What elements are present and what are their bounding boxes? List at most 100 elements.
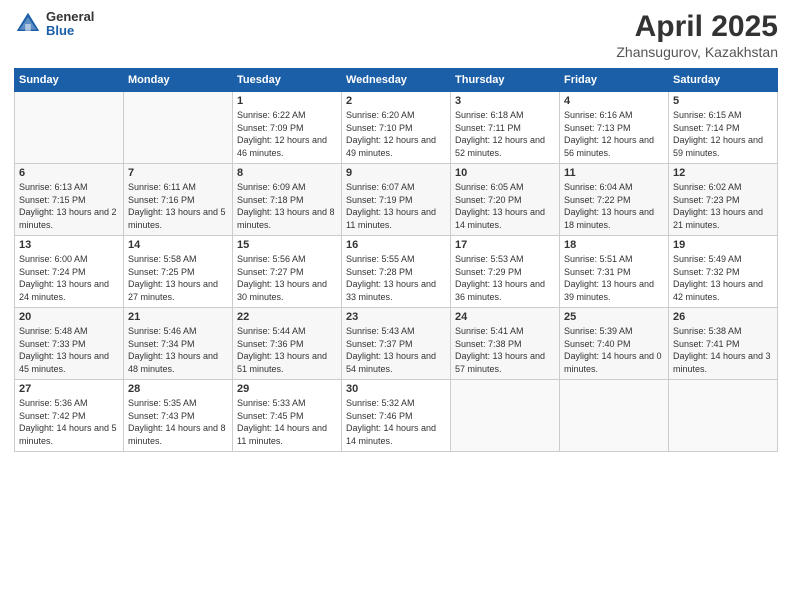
day-info: Sunrise: 6:18 AMSunset: 7:11 PMDaylight:… <box>455 109 555 159</box>
calendar-cell: 6 Sunrise: 6:13 AMSunset: 7:15 PMDaylight… <box>15 164 124 236</box>
logo-text: General Blue <box>46 10 94 39</box>
calendar-cell: 23Sunrise: 5:43 AMSunset: 7:37 PMDayligh… <box>342 308 451 380</box>
day-number: 27 <box>19 383 119 395</box>
calendar-cell: 30 Sunrise: 5:32 AMSunset: 7:46 PMDayligh… <box>342 380 451 452</box>
day-number: 26 <box>673 311 773 323</box>
day-number: 2 <box>346 95 446 107</box>
day-info: Sunrise: 6:20 AMSunset: 7:10 PMDaylight:… <box>346 109 446 159</box>
calendar-cell <box>124 92 233 164</box>
day-number: 24 <box>455 311 555 323</box>
calendar-col-saturday: Saturday <box>669 69 778 92</box>
calendar-cell: 15 Sunrise: 5:56 AMSunset: 7:27 PMDayligh… <box>233 236 342 308</box>
day-number: 20 <box>19 311 119 323</box>
page: General Blue April 2025 Zhansugurov, Kaz… <box>0 0 792 612</box>
logo-area: General Blue <box>14 10 94 39</box>
calendar-cell <box>15 92 124 164</box>
calendar-cell: 22 Sunrise: 5:44 AMSunset: 7:36 PMDayligh… <box>233 308 342 380</box>
day-info: Sunrise: 5:38 AMSunset: 7:41 PMDaylight:… <box>673 325 773 375</box>
day-number: 4 <box>564 95 664 107</box>
calendar-cell: 9Sunrise: 6:07 AMSunset: 7:19 PMDaylight… <box>342 164 451 236</box>
day-number: 28 <box>128 383 228 395</box>
logo-blue-label: Blue <box>46 24 94 38</box>
calendar-col-wednesday: Wednesday <box>342 69 451 92</box>
logo-icon <box>14 10 42 38</box>
calendar-col-thursday: Thursday <box>451 69 560 92</box>
calendar-cell: 18Sunrise: 5:51 AMSunset: 7:31 PMDayligh… <box>560 236 669 308</box>
day-number: 17 <box>455 239 555 251</box>
day-number: 1 <box>237 95 337 107</box>
day-info: Sunrise: 6:13 AMSunset: 7:15 PMDaylight:… <box>19 181 119 231</box>
logo-general-label: General <box>46 10 94 24</box>
day-info: Sunrise: 6:09 AMSunset: 7:18 PMDaylight:… <box>237 181 337 231</box>
day-info: Sunrise: 5:32 AMSunset: 7:46 PMDaylight:… <box>346 397 446 447</box>
day-number: 7 <box>128 167 228 179</box>
calendar-cell: 29 Sunrise: 5:33 AMSunset: 7:45 PMDayligh… <box>233 380 342 452</box>
day-number: 13 <box>19 239 119 251</box>
calendar-col-tuesday: Tuesday <box>233 69 342 92</box>
header: General Blue April 2025 Zhansugurov, Kaz… <box>14 10 778 60</box>
calendar-cell: 27Sunrise: 5:36 AMSunset: 7:42 PMDayligh… <box>15 380 124 452</box>
calendar-cell: 16Sunrise: 5:55 AMSunset: 7:28 PMDayligh… <box>342 236 451 308</box>
day-number: 5 <box>673 95 773 107</box>
day-info: Sunrise: 5:43 AMSunset: 7:37 PMDaylight:… <box>346 325 446 375</box>
calendar-cell: 28 Sunrise: 5:35 AMSunset: 7:43 PMDayligh… <box>124 380 233 452</box>
day-info: Sunrise: 5:53 AMSunset: 7:29 PMDaylight:… <box>455 253 555 303</box>
calendar-cell: 5 Sunrise: 6:15 AMSunset: 7:14 PMDaylight… <box>669 92 778 164</box>
day-number: 19 <box>673 239 773 251</box>
day-info: Sunrise: 5:44 AMSunset: 7:36 PMDaylight:… <box>237 325 337 375</box>
calendar-cell: 25 Sunrise: 5:39 AMSunset: 7:40 PMDayligh… <box>560 308 669 380</box>
calendar-cell: 7Sunrise: 6:11 AMSunset: 7:16 PMDaylight… <box>124 164 233 236</box>
calendar-cell: 20 Sunrise: 5:48 AMSunset: 7:33 PMDayligh… <box>15 308 124 380</box>
day-info: Sunrise: 5:49 AMSunset: 7:32 PMDaylight:… <box>673 253 773 303</box>
day-info: Sunrise: 5:35 AMSunset: 7:43 PMDaylight:… <box>128 397 228 447</box>
day-number: 29 <box>237 383 337 395</box>
day-number: 14 <box>128 239 228 251</box>
day-info: Sunrise: 5:48 AMSunset: 7:33 PMDaylight:… <box>19 325 119 375</box>
calendar-cell: 13 Sunrise: 6:00 AMSunset: 7:24 PMDayligh… <box>15 236 124 308</box>
day-info: Sunrise: 6:16 AMSunset: 7:13 PMDaylight:… <box>564 109 664 159</box>
calendar-cell: 12Sunrise: 6:02 AMSunset: 7:23 PMDayligh… <box>669 164 778 236</box>
day-number: 22 <box>237 311 337 323</box>
calendar-table: SundayMondayTuesdayWednesdayThursdayFrid… <box>14 68 778 452</box>
day-number: 11 <box>564 167 664 179</box>
day-number: 9 <box>346 167 446 179</box>
calendar-cell: 10 Sunrise: 6:05 AMSunset: 7:20 PMDayligh… <box>451 164 560 236</box>
location-title: Zhansugurov, Kazakhstan <box>616 44 778 60</box>
calendar-cell: 4 Sunrise: 6:16 AMSunset: 7:13 PMDaylight… <box>560 92 669 164</box>
day-info: Sunrise: 5:41 AMSunset: 7:38 PMDaylight:… <box>455 325 555 375</box>
calendar-cell: 2 Sunrise: 6:20 AMSunset: 7:10 PMDaylight… <box>342 92 451 164</box>
calendar-cell: 19 Sunrise: 5:49 AMSunset: 7:32 PMDayligh… <box>669 236 778 308</box>
day-info: Sunrise: 6:00 AMSunset: 7:24 PMDaylight:… <box>19 253 119 303</box>
day-info: Sunrise: 6:22 AMSunset: 7:09 PMDaylight:… <box>237 109 337 159</box>
day-number: 25 <box>564 311 664 323</box>
day-info: Sunrise: 5:55 AMSunset: 7:28 PMDaylight:… <box>346 253 446 303</box>
calendar-cell <box>669 380 778 452</box>
day-info: Sunrise: 5:58 AMSunset: 7:25 PMDaylight:… <box>128 253 228 303</box>
calendar-cell: 1 Sunrise: 6:22 AMSunset: 7:09 PMDaylight… <box>233 92 342 164</box>
calendar-header-row: SundayMondayTuesdayWednesdayThursdayFrid… <box>15 69 778 92</box>
day-info: Sunrise: 6:15 AMSunset: 7:14 PMDaylight:… <box>673 109 773 159</box>
calendar-week-row: 13 Sunrise: 6:00 AMSunset: 7:24 PMDayligh… <box>15 236 778 308</box>
day-number: 21 <box>128 311 228 323</box>
month-title: April 2025 <box>616 10 778 44</box>
day-info: Sunrise: 6:05 AMSunset: 7:20 PMDaylight:… <box>455 181 555 231</box>
calendar-week-row: 1 Sunrise: 6:22 AMSunset: 7:09 PMDaylight… <box>15 92 778 164</box>
day-info: Sunrise: 5:56 AMSunset: 7:27 PMDaylight:… <box>237 253 337 303</box>
day-info: Sunrise: 5:39 AMSunset: 7:40 PMDaylight:… <box>564 325 664 375</box>
calendar-week-row: 6 Sunrise: 6:13 AMSunset: 7:15 PMDaylight… <box>15 164 778 236</box>
calendar-col-monday: Monday <box>124 69 233 92</box>
calendar-cell: 26 Sunrise: 5:38 AMSunset: 7:41 PMDayligh… <box>669 308 778 380</box>
day-number: 3 <box>455 95 555 107</box>
day-number: 10 <box>455 167 555 179</box>
day-number: 15 <box>237 239 337 251</box>
day-number: 30 <box>346 383 446 395</box>
calendar-week-row: 27Sunrise: 5:36 AMSunset: 7:42 PMDayligh… <box>15 380 778 452</box>
calendar-col-sunday: Sunday <box>15 69 124 92</box>
day-number: 18 <box>564 239 664 251</box>
day-number: 6 <box>19 167 119 179</box>
calendar-col-friday: Friday <box>560 69 669 92</box>
day-info: Sunrise: 5:33 AMSunset: 7:45 PMDaylight:… <box>237 397 337 447</box>
day-info: Sunrise: 6:02 AMSunset: 7:23 PMDaylight:… <box>673 181 773 231</box>
calendar-cell: 21Sunrise: 5:46 AMSunset: 7:34 PMDayligh… <box>124 308 233 380</box>
calendar-week-row: 20 Sunrise: 5:48 AMSunset: 7:33 PMDayligh… <box>15 308 778 380</box>
